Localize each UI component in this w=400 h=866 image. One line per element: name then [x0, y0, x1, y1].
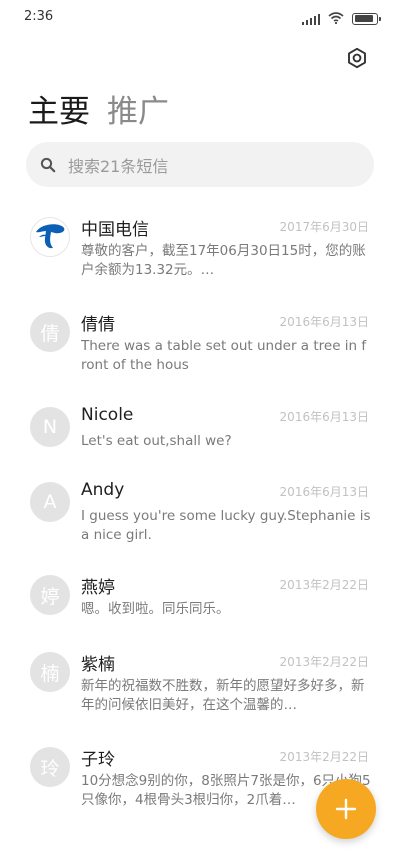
- message-preview: There was a table set out under a tree i…: [81, 338, 367, 373]
- sender-name: 子玲: [81, 750, 115, 770]
- sender-name: Nicole: [81, 405, 134, 425]
- settings-button[interactable]: [343, 44, 371, 72]
- message-date: 2017年6月30日: [279, 220, 369, 234]
- message-item-yanting[interactable]: 婷 燕婷 2013年2月22日 嗯。收到啦。同乐同乐。: [0, 573, 400, 633]
- tab-bar: 主要 推广: [28, 86, 169, 131]
- avatar: A: [30, 482, 70, 522]
- avatar: 倩: [30, 312, 70, 352]
- new-message-button[interactable]: [316, 779, 376, 839]
- battery-icon: [352, 12, 381, 25]
- avatar: 楠: [30, 652, 70, 692]
- sender-name: 紫楠: [81, 655, 115, 675]
- avatar: N: [30, 407, 70, 447]
- status-icons: [302, 9, 381, 28]
- message-date: 2013年2月22日: [279, 750, 369, 764]
- message-item-china-telecom[interactable]: 中国电信 2017年6月30日 尊敬的客户，截至17年06月30日15时，您的账…: [0, 215, 400, 295]
- message-preview: 尊敬的客户，截至17年06月30日15时，您的账户余额为13.32元。…: [81, 243, 366, 278]
- message-date: 2016年6月13日: [279, 485, 369, 499]
- status-time: 2:36: [24, 9, 54, 24]
- message-date: 2016年6月13日: [279, 410, 369, 424]
- message-item-qianqian[interactable]: 倩 倩倩 2016年6月13日 There was a table set ou…: [0, 310, 400, 390]
- message-item-nicole[interactable]: N Nicole 2016年6月13日 Let's eat out,shall …: [0, 405, 400, 465]
- battery-level: [354, 15, 374, 22]
- sender-name: 倩倩: [81, 315, 115, 335]
- signal-icon: [302, 13, 320, 25]
- message-preview: 新年的祝福数不胜数，新年的愿望好多好多，新年的问候依旧美好，在这个温馨的…: [81, 678, 365, 713]
- search-placeholder: 搜索21条短信: [68, 156, 169, 176]
- message-preview: Let's eat out,shall we?: [81, 433, 232, 449]
- china-telecom-logo: [36, 224, 65, 249]
- status-bar: 2:36: [0, 0, 400, 36]
- search-input[interactable]: 搜索21条短信: [26, 142, 374, 187]
- plus-icon: [335, 798, 357, 820]
- message-date: 2013年2月22日: [279, 655, 369, 669]
- message-preview: I guess you're some lucky guy.Stephanie …: [81, 508, 371, 543]
- wifi-icon: [328, 9, 344, 28]
- avatar: 玲: [30, 747, 70, 787]
- tab-main[interactable]: 主要: [28, 86, 90, 131]
- message-preview: 嗯。收到啦。同乐同乐。: [81, 601, 230, 617]
- message-date: 2013年2月22日: [279, 578, 369, 592]
- sender-name: 燕婷: [81, 578, 115, 598]
- message-date: 2016年6月13日: [279, 315, 369, 329]
- avatar: 婷: [30, 575, 70, 615]
- settings-icon: [348, 47, 366, 69]
- message-item-andy[interactable]: A Andy 2016年6月13日 I guess you're some lu…: [0, 480, 400, 560]
- search-icon: [40, 157, 56, 172]
- avatar: [30, 217, 70, 257]
- message-item-zinan[interactable]: 楠 紫楠 2013年2月22日 新年的祝福数不胜数，新年的愿望好多好多，新年的问…: [0, 650, 400, 730]
- sender-name: Andy: [81, 480, 125, 500]
- sender-name: 中国电信: [81, 220, 149, 240]
- tab-promotions[interactable]: 推广: [107, 86, 169, 131]
